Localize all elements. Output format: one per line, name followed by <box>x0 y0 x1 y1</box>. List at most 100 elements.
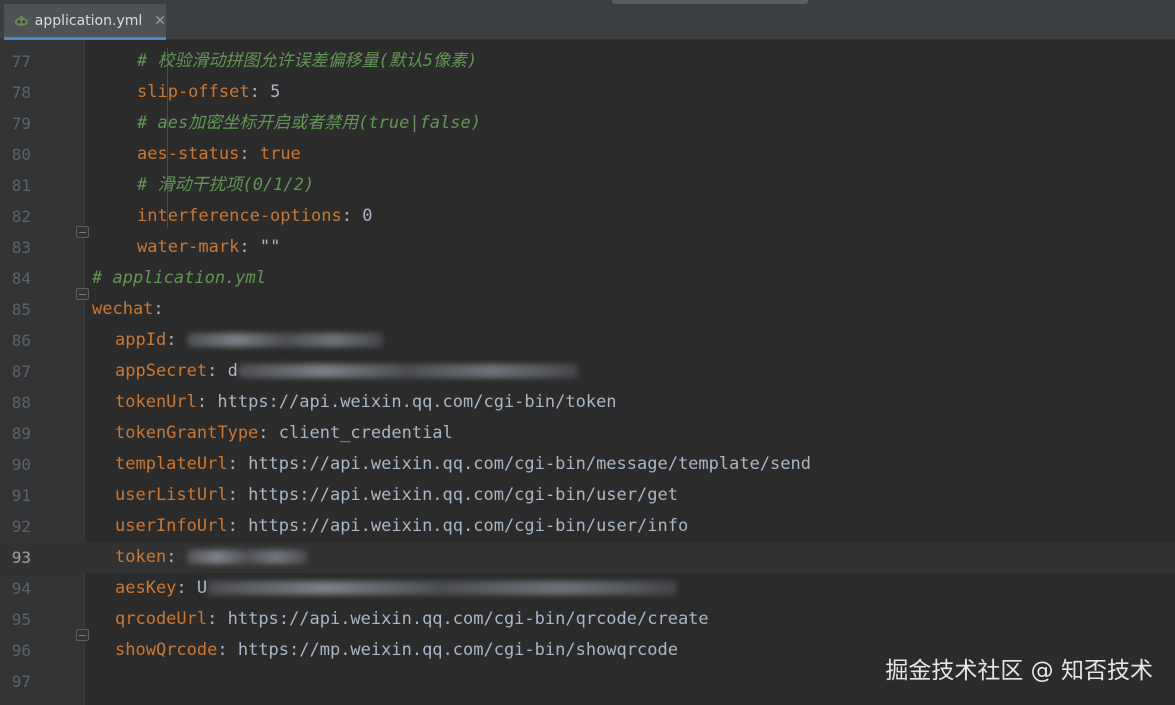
yaml-value: 5 <box>270 82 281 102</box>
line-number: 97 <box>11 672 31 691</box>
code-line[interactable]: 78 slip-offset: 5 <box>0 77 1175 108</box>
yaml-key: userListUrl <box>115 485 228 505</box>
yaml-separator: : <box>217 640 238 660</box>
code-content: # 滑动干扰项(0/1/2) <box>137 170 314 201</box>
code-line[interactable]: 91 userListUrl: https://api.weixin.qq.com… <box>0 480 1175 511</box>
line-number: 84 <box>11 269 31 288</box>
fold-toggle-icon[interactable] <box>76 288 89 300</box>
line-number: 93 <box>11 548 31 567</box>
line-number: 95 <box>11 610 31 629</box>
yaml-key: userInfoUrl <box>115 516 228 536</box>
tab-application-yml[interactable]: application.yml ✕ <box>4 4 166 40</box>
yaml-key: showQrcode <box>115 640 218 660</box>
line-number: 81 <box>11 176 31 195</box>
watermark: 掘金技术社区 @ 知否技术 <box>885 658 1153 684</box>
yaml-value: https://api.weixin.qq.com/cgi-bin/qrcode… <box>227 609 709 629</box>
yaml-key: tokenGrantType <box>115 423 259 443</box>
line-number: 85 <box>11 300 31 319</box>
code-line[interactable]: 90 templateUrl: https://api.weixin.qq.com… <box>0 449 1175 480</box>
redacted-value <box>207 581 678 595</box>
code-line[interactable]: 95 qrcodeUrl: https://api.weixin.qq.com/c… <box>0 604 1175 635</box>
code-line[interactable]: 81 # 滑动干扰项(0/1/2) <box>0 170 1175 201</box>
yaml-key: true <box>259 144 301 164</box>
yaml-key: interference-options <box>137 206 342 226</box>
yaml-value: https://api.weixin.qq.com/cgi-bin/messag… <box>248 454 811 474</box>
code-content: tokenUrl: https://api.weixin.qq.com/cgi-… <box>115 387 617 418</box>
yaml-value: 0 <box>362 206 373 226</box>
code-content: water-mark: "" <box>137 232 280 263</box>
line-number: 79 <box>11 114 31 133</box>
code-content: appId: <box>115 325 383 356</box>
code-content: userListUrl: https://api.weixin.qq.com/c… <box>115 480 678 511</box>
code-content: qrcodeUrl: https://api.weixin.qq.com/cgi… <box>115 604 709 635</box>
line-number: 87 <box>11 362 31 381</box>
line-number: 90 <box>11 455 31 474</box>
code-content: # application.yml <box>92 263 266 294</box>
yaml-value: https://mp.weixin.qq.com/cgi-bin/showqrc… <box>237 640 678 660</box>
yaml-separator: : <box>153 299 164 319</box>
code-line[interactable]: 82 interference-options: 0 <box>0 201 1175 232</box>
yaml-separator: : <box>341 206 363 226</box>
code-content: slip-offset: 5 <box>137 77 280 108</box>
code-line[interactable]: 85 wechat: <box>0 294 1175 325</box>
redacted-value <box>237 364 578 378</box>
yaml-value: U <box>196 578 208 598</box>
line-number: 88 <box>11 393 31 412</box>
code-line[interactable]: 88 tokenUrl: https://api.weixin.qq.com/cg… <box>0 387 1175 418</box>
yaml-separator: : <box>258 423 279 443</box>
line-number: 92 <box>11 517 31 536</box>
yaml-value: client_credential <box>278 423 453 443</box>
yaml-key: templateUrl <box>115 454 228 474</box>
yaml-comment: # application.yml <box>92 268 266 288</box>
code-content: interference-options: 0 <box>137 201 372 232</box>
tab-label: application.yml <box>34 12 143 29</box>
yaml-value: https://api.weixin.qq.com/cgi-bin/token <box>217 392 617 412</box>
yaml-key: appId <box>115 330 167 350</box>
yaml-key: appSecret <box>115 361 208 381</box>
code-line[interactable]: 92 userInfoUrl: https://api.weixin.qq.com… <box>0 511 1175 542</box>
close-icon[interactable]: ✕ <box>154 13 166 29</box>
tab-scroll-indicator[interactable] <box>612 0 808 4</box>
code-line[interactable]: 86 appId: <box>0 325 1175 356</box>
code-line[interactable]: 77 # 校验滑动拼图允许误差偏移量(默认5像素) <box>0 46 1175 77</box>
yaml-value: https://api.weixin.qq.com/cgi-bin/user/i… <box>248 516 689 536</box>
code-line[interactable]: 84 # application.yml <box>0 263 1175 294</box>
yaml-comment: # 校验滑动拼图允许误差偏移量(默认5像素) <box>137 51 478 71</box>
yaml-comment: # aes加密坐标开启或者禁用(true|false) <box>137 113 481 133</box>
code-content: aes-status: true <box>137 139 301 170</box>
code-line[interactable]: 83 water-mark: "" <box>0 232 1175 263</box>
code-line[interactable]: 93 token: <box>0 542 1175 573</box>
fold-end-icon[interactable] <box>76 226 89 238</box>
code-line[interactable]: 87 appSecret: d <box>0 356 1175 387</box>
yaml-key: wechat <box>92 299 154 319</box>
yaml-separator: : <box>166 330 187 350</box>
yaml-separator: : <box>207 361 228 381</box>
editor-tab-bar: application.yml ✕ <box>0 0 1175 40</box>
yaml-comment: # 滑动干扰项(0/1/2) <box>137 175 315 195</box>
yaml-separator: : <box>249 82 271 102</box>
code-line[interactable]: 89 tokenGrantType: client_credential <box>0 418 1175 449</box>
yaml-separator: : <box>227 454 249 474</box>
line-number: 77 <box>11 52 31 71</box>
yaml-separator: : <box>239 144 260 164</box>
line-number: 83 <box>11 238 31 257</box>
line-number: 78 <box>11 83 31 102</box>
line-number: 96 <box>11 641 31 660</box>
yaml-separator: : <box>227 485 249 505</box>
code-content: appSecret: d <box>115 356 578 387</box>
redacted-value <box>186 550 307 564</box>
redacted-value <box>186 333 383 347</box>
yaml-key: qrcodeUrl <box>115 609 208 629</box>
fold-end-icon[interactable] <box>76 629 89 641</box>
code-content: userInfoUrl: https://api.weixin.qq.com/c… <box>115 511 688 542</box>
yaml-file-icon <box>14 15 28 26</box>
code-content: showQrcode: https://mp.weixin.qq.com/cgi… <box>115 635 678 666</box>
code-line[interactable]: 79 # aes加密坐标开启或者禁用(true|false) <box>0 108 1175 139</box>
yaml-key: water-mark <box>137 237 240 257</box>
yaml-key: token <box>115 547 167 567</box>
code-content: # aes加密坐标开启或者禁用(true|false) <box>137 108 481 139</box>
code-content: wechat: <box>92 294 164 325</box>
yaml-key: aesKey <box>115 578 177 598</box>
code-line[interactable]: 94 aesKey: U <box>0 573 1175 604</box>
code-line[interactable]: 80 aes-status: true <box>0 139 1175 170</box>
